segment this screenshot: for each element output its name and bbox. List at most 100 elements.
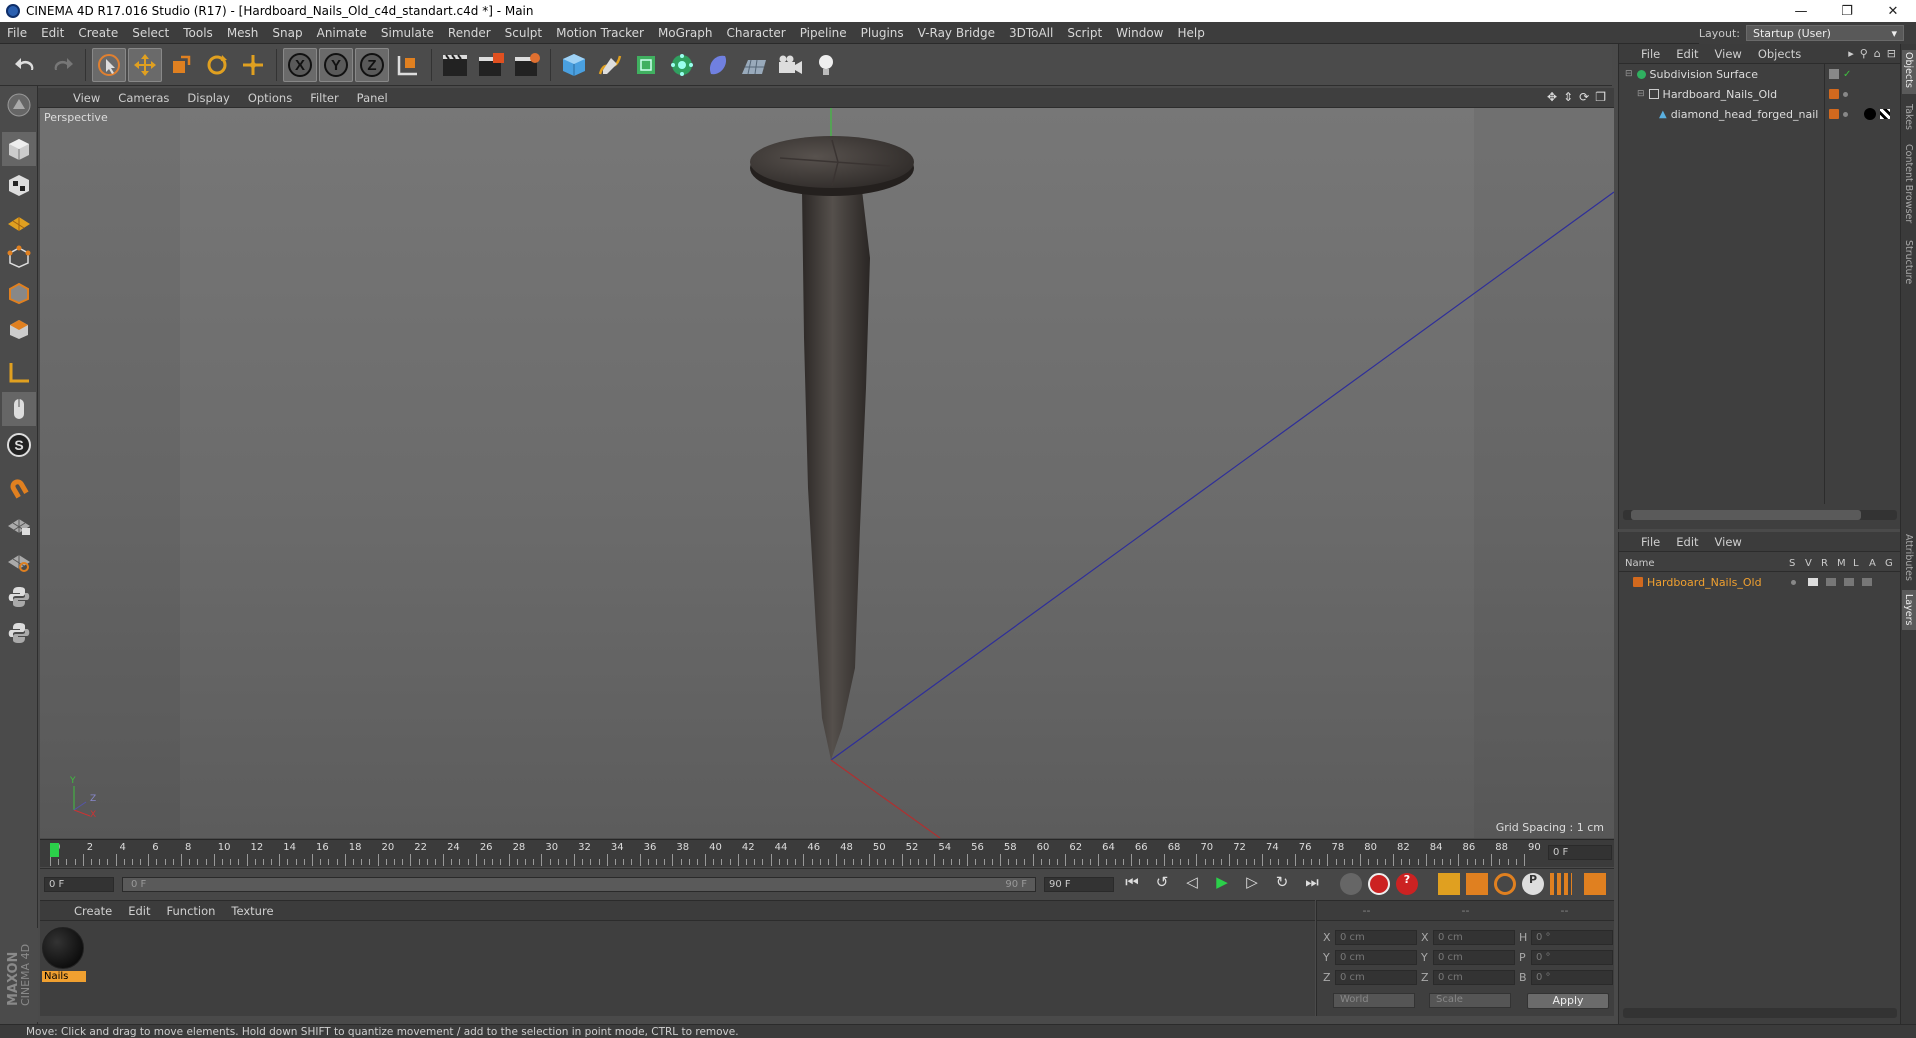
object-row[interactable]: ⊟ Subdivision Surface: [1619, 64, 1824, 84]
edges-mode-icon[interactable]: [2, 276, 36, 310]
menu-motion-tracker[interactable]: Motion Tracker: [549, 26, 651, 40]
layer-column-solo[interactable]: S: [1789, 558, 1805, 569]
move-tool-icon[interactable]: [128, 47, 162, 82]
make-editable-icon[interactable]: [2, 88, 36, 122]
menu-vray-bridge[interactable]: V-Ray Bridge: [911, 26, 1002, 40]
workplane-align-icon[interactable]: [2, 544, 36, 578]
points-mode-icon[interactable]: [2, 240, 36, 274]
transform-tool-icon[interactable]: [236, 48, 270, 82]
tab-layers[interactable]: Layers: [1903, 594, 1914, 625]
scale-tool-icon[interactable]: [164, 48, 198, 82]
snap-icon[interactable]: S: [2, 428, 36, 462]
restore-button[interactable]: ❐: [1824, 0, 1870, 22]
layers-menu-view[interactable]: View: [1707, 535, 1750, 549]
dolly-view-icon[interactable]: ⇕: [1563, 90, 1573, 104]
python-icon[interactable]: [2, 580, 36, 614]
subdivision-surface-icon[interactable]: [629, 48, 663, 82]
rotation-h-field[interactable]: 0 °: [1531, 929, 1613, 945]
timeline-window-icon[interactable]: [1584, 873, 1606, 895]
enabled-check-icon[interactable]: ✓: [1843, 69, 1851, 80]
layer-column-locked[interactable]: L: [1853, 558, 1869, 569]
minimize-button[interactable]: —: [1778, 0, 1824, 22]
menu-plugins[interactable]: Plugins: [854, 26, 911, 40]
material-menu-texture[interactable]: Texture: [223, 904, 281, 918]
collapse-icon[interactable]: ⊟: [1887, 47, 1896, 60]
menu-mograph[interactable]: MoGraph: [651, 26, 720, 40]
menu-help[interactable]: Help: [1170, 26, 1211, 40]
menu-edit[interactable]: Edit: [34, 26, 71, 40]
objects-menu-objects[interactable]: Objects: [1750, 47, 1809, 61]
menu-script[interactable]: Script: [1060, 26, 1109, 40]
material-menu-edit[interactable]: Edit: [120, 904, 158, 918]
maximize-view-icon[interactable]: ❐: [1595, 90, 1606, 104]
visibility-dot-icon[interactable]: [1843, 111, 1848, 117]
layer-lock-toggle-icon[interactable]: [1862, 578, 1872, 586]
menu-render[interactable]: Render: [441, 26, 498, 40]
next-key-icon[interactable]: ↻: [1270, 873, 1294, 891]
layer-color-tag[interactable]: [1829, 89, 1839, 99]
layer-column-manager[interactable]: M: [1837, 558, 1853, 569]
viewport-menu-cameras[interactable]: Cameras: [109, 91, 178, 105]
viewport-menu-filter[interactable]: Filter: [301, 91, 347, 105]
timeline-ruler[interactable]: 0246810121416182022242628303234363840424…: [40, 839, 1614, 867]
viewport-menu-panel[interactable]: Panel: [348, 91, 397, 105]
texture-mode-icon[interactable]: [2, 168, 36, 202]
go-to-end-icon[interactable]: ⏭: [1300, 873, 1324, 891]
viewport-perspective[interactable]: Perspective Y Z X Grid Spacing : 1 cm: [40, 108, 1614, 838]
layer-column-view[interactable]: V: [1805, 558, 1821, 569]
menu-animate[interactable]: Animate: [310, 26, 374, 40]
position-y-field[interactable]: 0 cm: [1335, 949, 1417, 965]
object-row[interactable]: ⊟ Hardboard_Nails_Old: [1619, 84, 1824, 104]
undo-button[interactable]: [9, 48, 43, 82]
close-button[interactable]: ✕: [1870, 0, 1916, 22]
render-to-picture-viewer-icon[interactable]: [474, 48, 508, 82]
tab-content-browser[interactable]: Content Browser: [1903, 144, 1914, 223]
redo-button[interactable]: [45, 48, 79, 82]
objects-menu-view[interactable]: View: [1707, 47, 1750, 61]
next-frame-icon[interactable]: ▷: [1240, 873, 1264, 891]
layer-view-toggle-icon[interactable]: [1808, 578, 1818, 586]
layer-column-name[interactable]: Name: [1625, 558, 1789, 569]
play-icon[interactable]: ▶: [1210, 873, 1234, 891]
layer-color-tag[interactable]: [1829, 109, 1839, 119]
more-menu-icon[interactable]: ▸: [1848, 47, 1854, 60]
layer-row[interactable]: Hardboard_Nails_Old: [1619, 572, 1900, 592]
key-pla-icon[interactable]: [1550, 873, 1572, 895]
tab-takes[interactable]: Takes: [1903, 104, 1914, 130]
rotate-tool-icon[interactable]: [200, 48, 234, 82]
position-x-field[interactable]: 0 cm: [1335, 929, 1417, 945]
z-axis-lock-icon[interactable]: Z: [355, 47, 389, 82]
material-menu-function[interactable]: Function: [159, 904, 224, 918]
model-mode-icon[interactable]: [2, 132, 36, 166]
live-selection-icon[interactable]: [92, 47, 126, 82]
objects-menu-file[interactable]: File: [1633, 47, 1668, 61]
layer-solo-toggle[interactable]: [1791, 579, 1796, 585]
key-position-icon[interactable]: [1438, 873, 1460, 895]
python-script-icon[interactable]: [2, 616, 36, 650]
polygons-mode-icon[interactable]: [2, 312, 36, 346]
coordinate-mode-select[interactable]: World: [1333, 993, 1415, 1008]
tree-toggle-icon[interactable]: ⊟: [1637, 89, 1645, 99]
record-icon[interactable]: [1368, 873, 1390, 895]
layer-tag-icon[interactable]: [1829, 69, 1839, 79]
menu-file[interactable]: File: [0, 26, 34, 40]
menu-3dtoall[interactable]: 3DToAll: [1002, 26, 1060, 40]
uvw-tag-icon[interactable]: [1880, 109, 1890, 119]
light-icon[interactable]: [809, 48, 843, 82]
layer-horizontal-scrollbar[interactable]: [1623, 1008, 1897, 1018]
previous-key-icon[interactable]: ↺: [1150, 873, 1174, 891]
key-param-icon[interactable]: P: [1522, 873, 1544, 895]
camera-icon[interactable]: [773, 48, 807, 82]
objects-menu-edit[interactable]: Edit: [1668, 47, 1706, 61]
axis-mode-icon[interactable]: [2, 356, 36, 390]
material-swatch-nails[interactable]: Nails: [42, 927, 86, 985]
viewport-menu-view[interactable]: View: [64, 91, 109, 105]
size-mode-select[interactable]: Scale: [1429, 993, 1511, 1008]
menu-create[interactable]: Create: [71, 26, 125, 40]
render-view-icon[interactable]: [438, 48, 472, 82]
motion-path-icon[interactable]: [1340, 873, 1362, 895]
tab-structure[interactable]: Structure: [1903, 240, 1914, 284]
edit-render-settings-icon[interactable]: [510, 48, 544, 82]
layers-menu-file[interactable]: File: [1633, 535, 1668, 549]
tab-attributes[interactable]: Attributes: [1903, 534, 1914, 581]
